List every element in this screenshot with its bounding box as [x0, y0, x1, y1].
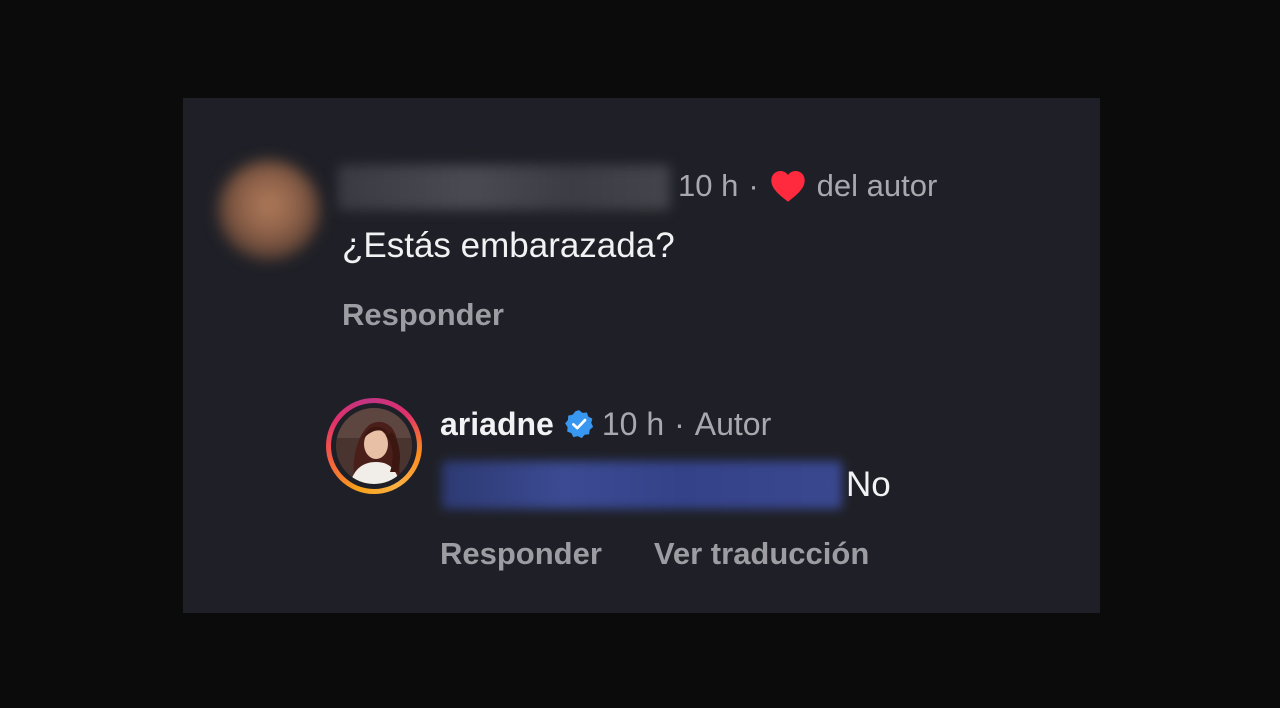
author-photo-icon: [336, 408, 412, 484]
comment-text: ¿Estás embarazada?: [342, 226, 675, 265]
meta-separator: ·: [748, 168, 759, 203]
reply-time: 10 h: [601, 406, 665, 442]
author-label: Autor: [694, 406, 772, 442]
comment-time: 10 h: [678, 168, 739, 203]
reply-button[interactable]: Responder: [342, 295, 504, 335]
commenter-avatar-blurred[interactable]: [218, 160, 320, 260]
reply-button[interactable]: Responder: [440, 534, 602, 574]
author-username[interactable]: ariadne: [440, 404, 554, 444]
reply-header: ariadne 10 h · Autor: [440, 404, 771, 444]
liked-by-author-label: del autor: [816, 168, 938, 203]
mention-link-blurred[interactable]: [442, 461, 842, 509]
commenter-username-blurred[interactable]: [338, 165, 670, 210]
reply-actions: Responder Ver traducción: [440, 534, 869, 574]
comment-meta: 10 h · del autor: [678, 166, 937, 206]
reply-text: No: [846, 465, 891, 504]
heart-icon: [770, 171, 805, 202]
author-avatar[interactable]: [336, 408, 412, 484]
verified-badge-icon: [564, 410, 593, 439]
see-translation-button[interactable]: Ver traducción: [654, 534, 869, 574]
meta-separator: ·: [674, 406, 685, 442]
